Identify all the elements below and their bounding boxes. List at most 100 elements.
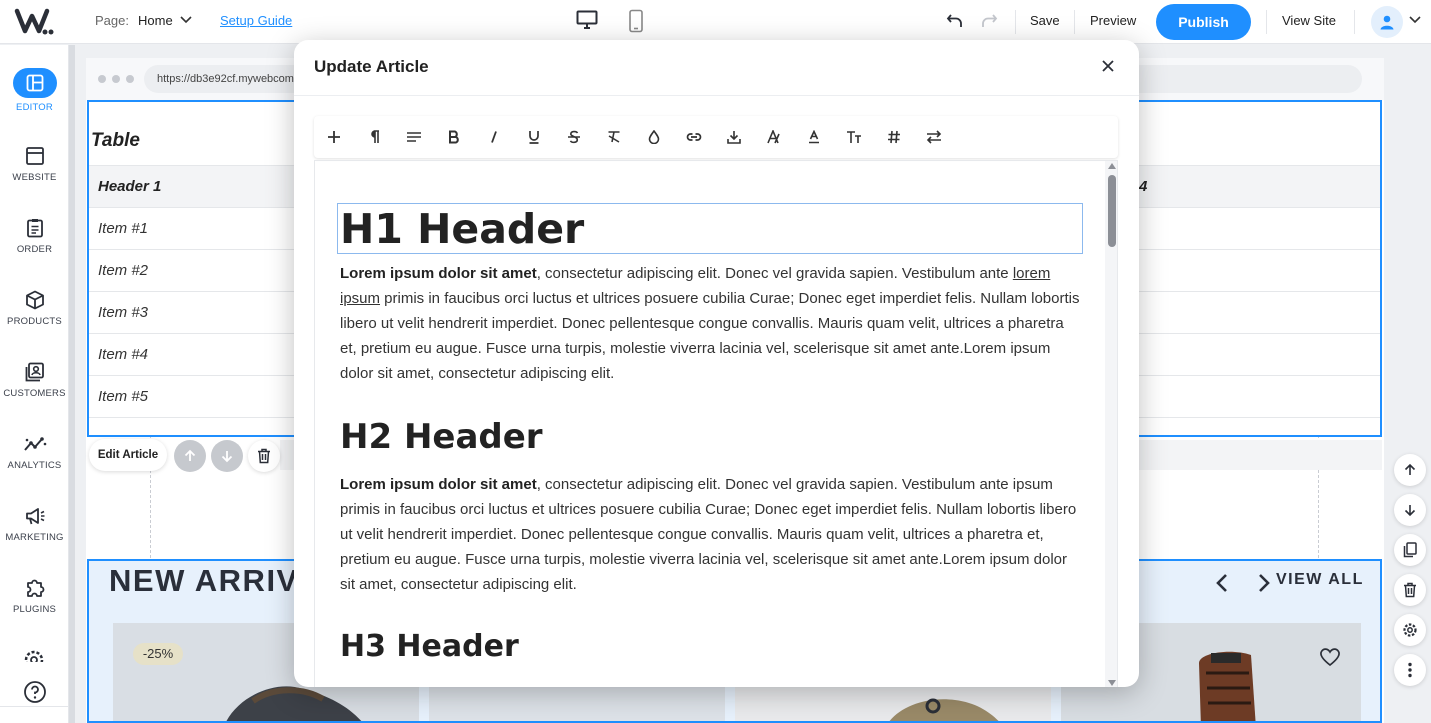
underline-icon[interactable] bbox=[524, 127, 544, 147]
browser-dot bbox=[112, 75, 120, 83]
view-all-link[interactable]: VIEW ALL bbox=[1276, 571, 1364, 589]
strikethrough-icon[interactable] bbox=[564, 127, 584, 147]
editor-toolbar bbox=[314, 116, 1118, 158]
chevron-right-icon[interactable] bbox=[1258, 573, 1270, 593]
redo-icon[interactable] bbox=[980, 12, 998, 30]
sidebar-item-customers[interactable]: CUSTOMERS bbox=[0, 360, 69, 399]
paragraph-icon[interactable] bbox=[364, 127, 384, 147]
puzzle-icon bbox=[26, 579, 44, 597]
sidebar-item-editor[interactable]: EDITOR bbox=[0, 68, 69, 113]
bold-icon[interactable] bbox=[444, 127, 464, 147]
publish-button[interactable]: Publish bbox=[1156, 4, 1251, 40]
help-icon[interactable] bbox=[23, 680, 47, 704]
layout-icon bbox=[26, 74, 43, 92]
paragraph-text: , consectetur adipiscing elit. Donec vel… bbox=[340, 476, 1077, 593]
text-size-icon[interactable] bbox=[844, 127, 864, 147]
edit-article-button[interactable]: Edit Article bbox=[89, 439, 167, 471]
table-cell: Item #1 bbox=[98, 220, 149, 237]
arrow-up-icon bbox=[184, 449, 196, 461]
plus-icon[interactable] bbox=[324, 127, 344, 147]
chevron-down-icon[interactable] bbox=[1409, 16, 1421, 24]
table-cell: Item #2 bbox=[98, 262, 149, 279]
table-header-cell: 4 bbox=[1139, 178, 1148, 195]
paragraph-1[interactable]: Lorem ipsum dolor sit amet, consectetur … bbox=[340, 261, 1080, 386]
product-image bbox=[889, 698, 999, 721]
save-button[interactable]: Save bbox=[1030, 13, 1060, 28]
settings-button[interactable] bbox=[1394, 614, 1426, 646]
download-icon[interactable] bbox=[724, 127, 744, 147]
color-drop-icon[interactable] bbox=[644, 127, 664, 147]
gear-icon[interactable] bbox=[23, 648, 45, 662]
undo-icon[interactable] bbox=[946, 12, 964, 30]
link-icon[interactable] bbox=[684, 127, 704, 147]
article-editor[interactable]: H1 Header Lorem ipsum dolor sit amet, co… bbox=[314, 160, 1118, 687]
sidebar-item-analytics[interactable]: ANALYTICS bbox=[0, 432, 69, 471]
clear-format-icon[interactable] bbox=[604, 127, 624, 147]
clipboard-icon bbox=[26, 219, 43, 238]
top-bar: Page: Home Setup Guide Save Preview Publ… bbox=[0, 0, 1431, 44]
scroll-up-icon[interactable] bbox=[1108, 163, 1116, 169]
paragraph-text: , consectetur adipiscing elit. Donec vel… bbox=[536, 265, 1013, 282]
chevron-down-icon[interactable] bbox=[180, 16, 192, 24]
paragraph-2[interactable]: Lorem ipsum dolor sit amet, consectetur … bbox=[340, 472, 1080, 597]
avatar[interactable] bbox=[1371, 6, 1403, 38]
box-icon bbox=[25, 290, 44, 310]
hash-icon[interactable] bbox=[884, 127, 904, 147]
scroll-down-icon[interactable] bbox=[1108, 680, 1116, 686]
italic-icon[interactable] bbox=[484, 127, 504, 147]
preview-button[interactable]: Preview bbox=[1090, 13, 1136, 28]
mobile-icon[interactable] bbox=[628, 9, 644, 33]
user-icon bbox=[1380, 15, 1394, 30]
sidebar-item-label: PRODUCTS bbox=[7, 316, 62, 327]
duplicate-button[interactable] bbox=[1394, 534, 1426, 566]
h1-header[interactable]: H1 Header bbox=[340, 205, 584, 253]
table-header-cell: Header 1 bbox=[98, 178, 162, 195]
h2-header[interactable]: H2 Header bbox=[340, 417, 543, 457]
editor-scroll-thumb[interactable] bbox=[1108, 175, 1116, 247]
sidebar-item-marketing[interactable]: MARKETING bbox=[0, 504, 69, 543]
analytics-icon bbox=[23, 437, 46, 451]
setup-guide-link[interactable]: Setup Guide bbox=[220, 13, 292, 28]
logo-icon[interactable] bbox=[14, 6, 56, 38]
update-article-modal: Update Article H1 Header Lorem ipsum dol… bbox=[294, 40, 1139, 687]
move-down-button[interactable] bbox=[1394, 494, 1426, 526]
product-image bbox=[1199, 651, 1256, 721]
sidebar-scrollbar[interactable] bbox=[69, 45, 75, 723]
desktop-icon[interactable] bbox=[576, 10, 598, 30]
sidebar-item-label: WEBSITE bbox=[12, 172, 57, 183]
table-cell: Item #5 bbox=[98, 388, 149, 405]
move-down-button[interactable] bbox=[211, 440, 243, 472]
contacts-icon bbox=[25, 362, 44, 382]
swap-icon[interactable] bbox=[924, 127, 944, 147]
sidebar-item-website[interactable]: WEBSITE bbox=[0, 144, 69, 183]
editor-pill bbox=[12, 68, 57, 98]
view-site-button[interactable]: View Site bbox=[1282, 13, 1336, 28]
heart-icon[interactable] bbox=[1319, 647, 1341, 667]
sidebar-item-label: CUSTOMERS bbox=[3, 388, 66, 399]
chevron-left-icon[interactable] bbox=[1216, 573, 1228, 593]
page-select[interactable]: Home bbox=[138, 13, 173, 28]
gear-icon bbox=[1403, 623, 1417, 637]
modal-divider bbox=[294, 95, 1139, 96]
delete-button[interactable] bbox=[1394, 574, 1426, 606]
sidebar-item-order[interactable]: ORDER bbox=[0, 216, 69, 255]
font-color-icon[interactable] bbox=[804, 127, 824, 147]
page-label: Page: bbox=[95, 13, 129, 28]
sidebar-item-products[interactable]: PRODUCTS bbox=[0, 288, 69, 327]
trash-icon bbox=[258, 448, 270, 464]
h3-header[interactable]: H3 Header bbox=[340, 629, 519, 664]
more-options-button[interactable] bbox=[1394, 654, 1426, 686]
sidebar-item-label: PLUGINS bbox=[12, 604, 57, 615]
toolbar-divider bbox=[1266, 10, 1267, 34]
move-up-button[interactable] bbox=[174, 440, 206, 472]
modal-title: Update Article bbox=[314, 57, 429, 76]
delete-section-button[interactable] bbox=[248, 440, 280, 472]
copy-icon bbox=[1403, 542, 1417, 558]
table-cell: Item #4 bbox=[98, 346, 149, 363]
close-icon[interactable] bbox=[1100, 58, 1116, 74]
font-icon[interactable] bbox=[764, 127, 784, 147]
move-up-button[interactable] bbox=[1394, 454, 1426, 486]
sidebar-item-plugins[interactable]: PLUGINS bbox=[0, 576, 69, 615]
align-icon[interactable] bbox=[404, 127, 424, 147]
toolbar-divider bbox=[1354, 10, 1355, 34]
